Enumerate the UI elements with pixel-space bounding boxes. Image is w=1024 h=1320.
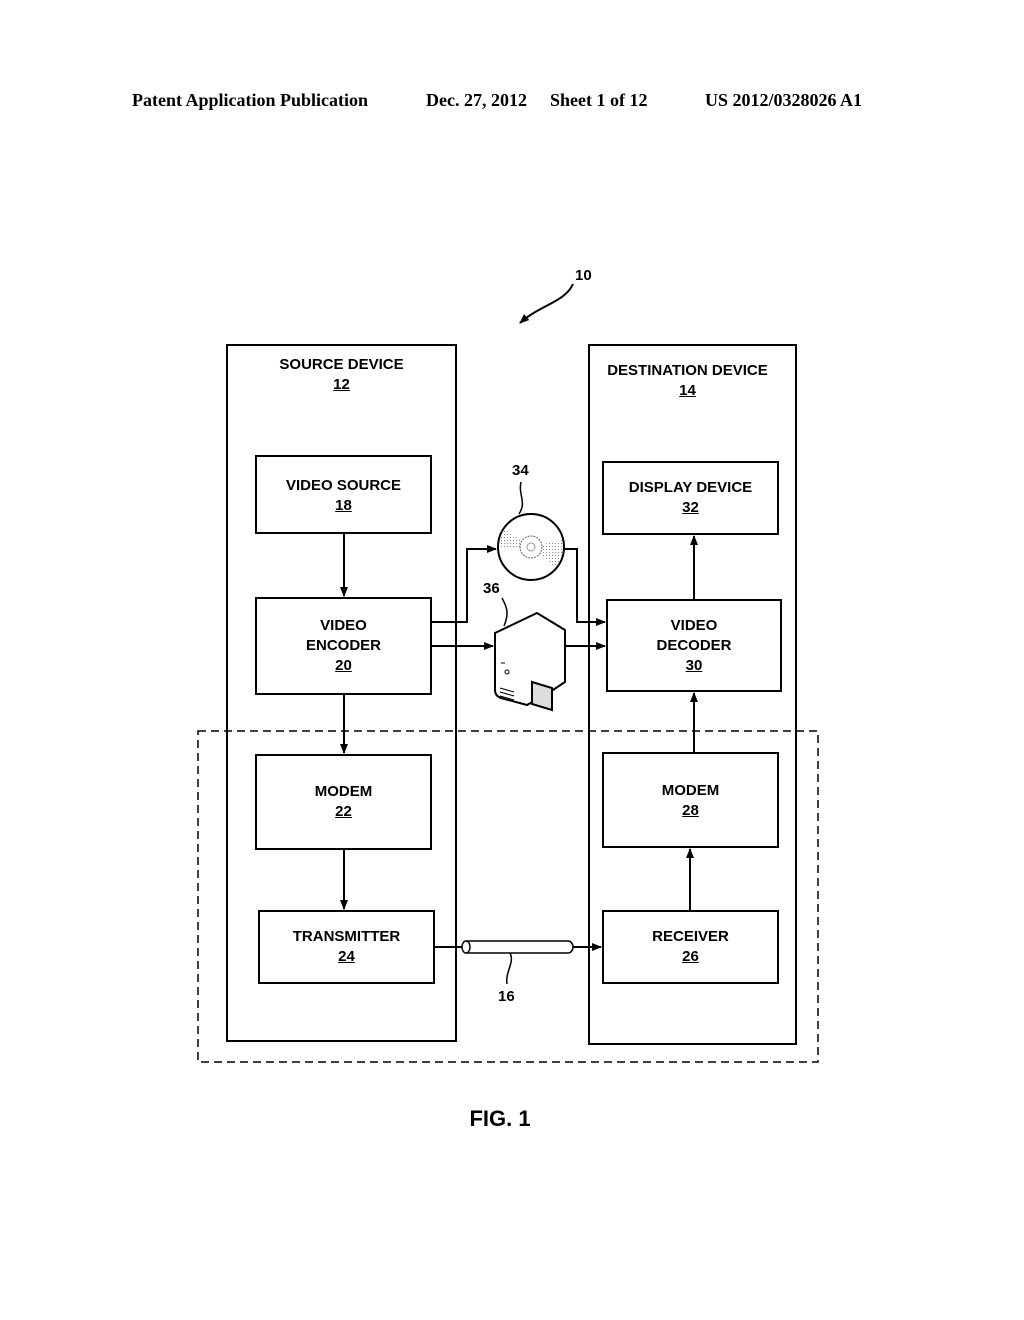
leader-10: [519, 283, 574, 324]
display-device-title: DISPLAY DEVICE: [628, 479, 753, 496]
display-device-label: DISPLAY DEVICE 32: [603, 478, 778, 518]
modem-src-title: MODEM: [314, 783, 373, 800]
video-source-label: VIDEO SOURCE 18: [256, 476, 431, 516]
ref-10: 10: [575, 267, 592, 284]
ref-16: 16: [498, 988, 515, 1005]
receiver-label: RECEIVER 26: [603, 927, 778, 967]
video-decoder-ref: 30: [685, 657, 703, 674]
transmitter-ref: 24: [338, 948, 355, 965]
destination-device-title: DESTINATION DEVICE: [607, 362, 768, 379]
modem-dst-label: MODEM 28: [603, 781, 778, 821]
leader-36: [501, 597, 508, 627]
video-source-title: VIDEO SOURCE: [285, 477, 402, 494]
modem-dst-title: MODEM: [661, 782, 720, 799]
storage-disc-icon: [497, 513, 565, 581]
ref-34: 34: [512, 462, 529, 479]
leader-16: [506, 952, 513, 985]
file-server-icon: [494, 611, 566, 712]
arrow-disc-to-decoder: [564, 548, 606, 626]
transmitter-title: TRANSMITTER: [292, 928, 401, 945]
transmitter-label: TRANSMITTER 24: [259, 927, 434, 967]
video-source-ref: 18: [335, 497, 352, 514]
leader-34: [518, 481, 524, 515]
receiver-title: RECEIVER: [652, 928, 729, 945]
video-encoder-ref: 20: [335, 657, 352, 674]
modem-src-label: MODEM 22: [256, 782, 431, 822]
video-encoder-label: VIDEO ENCODER 20: [256, 616, 431, 676]
video-decoder-label: VIDEO DECODER 30: [607, 616, 781, 676]
channel-cable-icon: [461, 940, 574, 954]
source-device-ref: 12: [333, 376, 350, 393]
receiver-ref: 26: [682, 948, 699, 965]
modem-src-ref: 22: [335, 803, 352, 820]
source-device-title: SOURCE DEVICE: [279, 356, 404, 373]
video-decoder-title-2: DECODER: [656, 637, 732, 654]
modem-dst-ref: 28: [682, 802, 699, 819]
display-device-ref: 32: [682, 499, 699, 516]
video-encoder-title-2: ENCODER: [305, 637, 381, 654]
destination-device-label: DESTINATION DEVICE 14: [589, 361, 786, 401]
destination-device-ref: 14: [679, 382, 696, 399]
ref-36: 36: [483, 580, 500, 597]
video-decoder-title-1: VIDEO: [670, 617, 718, 634]
source-device-label: SOURCE DEVICE 12: [227, 355, 456, 395]
figure-caption: FIG. 1: [469, 1106, 531, 1131]
video-encoder-title-1: VIDEO: [320, 617, 367, 634]
